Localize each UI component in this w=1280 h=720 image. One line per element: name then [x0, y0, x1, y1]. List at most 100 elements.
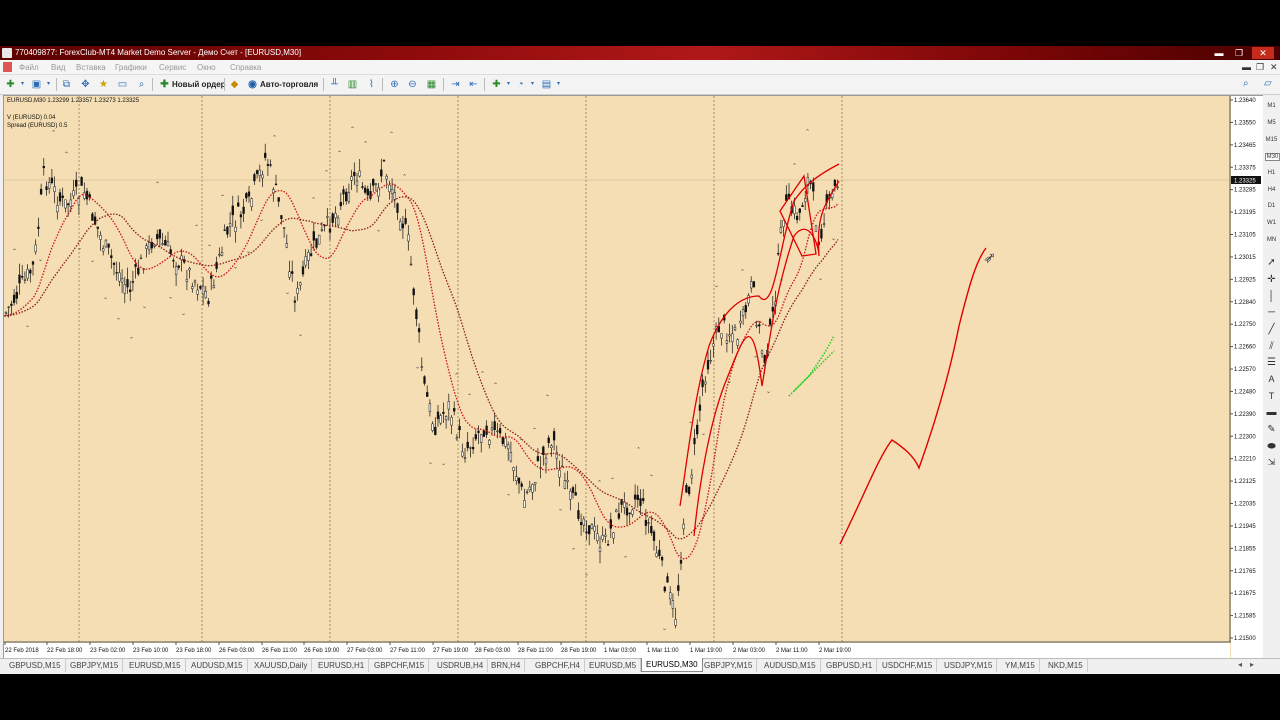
search-icon[interactable]: ⌕ — [1243, 78, 1249, 89]
chart-tab-eurusd-m30[interactable]: EURUSD,M30 — [641, 658, 703, 672]
data-window-icon[interactable]: ✥ — [79, 78, 92, 91]
chart-window[interactable]: ⌃ ⌄ ⌄ ⌃ ⌃ ⌄ ⌄ ⌄ ⌄ ⌄ ⌄ ⌃ ⌄ ⌄ ⌃ ⌃ ⌃ ⌄ ⌄ ⌄ ⌃ ⌄ ⌄ ⌃ ⌃ ⌃ ⌃ ⌃ ⌄ ⌃ ⌃ ⌄ ⌄ ⌄ ⌃ ⌃ ⌃ ⌃ ⌄ ⌃… — [3, 95, 1265, 659]
crosshair-icon[interactable]: ✛ — [1265, 274, 1278, 285]
tf-m15[interactable]: M15 — [1265, 137, 1278, 143]
ellipse-icon[interactable]: ⬬ — [1265, 441, 1278, 452]
tf-m1[interactable]: M1 — [1265, 103, 1278, 109]
candle-body — [436, 411, 440, 420]
tabs-scroll-right-icon[interactable]: ▸ — [1250, 660, 1254, 669]
new-order-button[interactable]: ✚ Новый ордер — [158, 78, 225, 91]
menu-window[interactable]: Окно — [197, 63, 216, 72]
chart-shift-icon[interactable]: ⇥ — [449, 78, 462, 91]
menu-charts[interactable]: Графики — [115, 63, 147, 72]
candle-body — [334, 212, 337, 219]
price-chart[interactable]: ⌃ ⌄ ⌄ ⌃ ⌃ ⌄ ⌄ ⌄ ⌄ ⌄ ⌄ ⌃ ⌄ ⌄ ⌃ ⌃ ⌃ ⌄ ⌄ ⌄ ⌃ ⌄ ⌄ ⌃ ⌃ ⌃ ⌃ ⌃ ⌄ ⌃ ⌃ ⌄ ⌄ ⌄ ⌃ ⌃ ⌃ ⌃ ⌄ ⌃… — [4, 96, 1264, 658]
chart-tab-gbpjpy-m15[interactable]: GBPJPY,M15 — [700, 659, 758, 672]
menu-file[interactable]: Файл — [19, 63, 39, 72]
cursor-icon[interactable]: ➚ — [1265, 257, 1278, 268]
fractal-marker: ⌃ — [519, 438, 524, 445]
auto-scroll-icon[interactable]: ⇤ — [467, 78, 480, 91]
candle-body — [579, 522, 583, 525]
maximize-button[interactable]: ❐ — [1232, 47, 1246, 59]
child-minimize-button[interactable]: ▬ — [1242, 62, 1251, 72]
arrows-icon[interactable]: ⇲ — [1265, 457, 1278, 468]
candle-body — [166, 241, 170, 247]
price-tick-label: 1.22570 — [1234, 367, 1256, 373]
tf-mn[interactable]: MN — [1265, 237, 1278, 243]
menu-insert[interactable]: Вставка — [76, 63, 106, 72]
candle-body — [99, 235, 102, 240]
chart-tab-usdrub-h4[interactable]: USDRUB,H4 — [433, 659, 489, 672]
candle-body — [660, 557, 664, 561]
chat-icon[interactable]: ▱ — [1264, 78, 1272, 89]
chart-tab-eurusd-h1[interactable]: EURUSD,H1 — [314, 659, 370, 672]
chart-tab-xauusd-daily[interactable]: XAUUSD,Daily — [250, 659, 313, 672]
chart-tab-usdchf-m15[interactable]: USDCHF,M15 — [878, 659, 938, 672]
chart-tab-gbpchf-m15[interactable]: GBPCHF,M15 — [370, 659, 430, 672]
dropdown-arrow-icon[interactable]: ▾ — [552, 78, 565, 91]
chart-tab-gbpusd-m15[interactable]: GBPUSD,M15 — [5, 659, 66, 672]
tabs-scroll-left-icon[interactable]: ◂ — [1238, 660, 1242, 669]
close-button[interactable]: ✕ — [1252, 47, 1274, 59]
zoom-out-icon[interactable]: ⊖ — [406, 78, 419, 91]
candle-body — [45, 186, 48, 191]
horizontal-line-icon[interactable]: ─ — [1265, 307, 1278, 318]
candle-body — [439, 415, 442, 424]
menu-tools[interactable]: Сервис — [159, 63, 186, 72]
chart-tab-ym-m15[interactable]: YM,M15 — [1001, 659, 1040, 672]
tf-w1[interactable]: W1 — [1265, 220, 1278, 226]
tf-m30[interactable]: M30 — [1265, 153, 1280, 161]
chart-tab-gbpusd-h1[interactable]: GBPUSD,H1 — [822, 659, 878, 672]
auto-trading-button[interactable]: ◉ Авто-торговля — [246, 78, 318, 91]
chart-tab-brn-h4[interactable]: BRN,H4 — [487, 659, 526, 672]
candle-body — [690, 474, 693, 479]
chart-tab-nkd-m15[interactable]: NKD,M15 — [1044, 659, 1088, 672]
text-tool-icon[interactable]: A — [1265, 374, 1278, 384]
metaeditor-icon[interactable]: ◆ — [228, 78, 241, 91]
menu-help[interactable]: Справка — [230, 63, 261, 72]
child-restore-button[interactable]: ❐ — [1256, 62, 1264, 73]
menu-view[interactable]: Вид — [51, 63, 65, 72]
candle-body — [277, 197, 280, 202]
tf-m5[interactable]: M5 — [1265, 120, 1278, 126]
candle-body — [569, 490, 572, 500]
chart-tab-audusd-m15[interactable]: AUDUSD,M15 — [760, 659, 821, 672]
dropdown-arrow-icon[interactable]: ▾ — [526, 78, 539, 91]
tf-h1[interactable]: H1 — [1265, 170, 1278, 176]
chart-tab-usdjpy-m15[interactable]: USDJPY,M15 — [940, 659, 998, 672]
tile-windows-icon[interactable]: ▦ — [425, 78, 438, 91]
chart-tab-gbpjpy-m15[interactable]: GBPJPY,M15 — [66, 659, 124, 672]
candle-body — [793, 205, 796, 215]
label-tool-icon[interactable]: T — [1265, 391, 1278, 401]
terminal-icon[interactable]: ▭ — [116, 78, 129, 91]
candle-body — [220, 252, 224, 256]
chart-tab-eurusd-m15[interactable]: EURUSD,M15 — [125, 659, 186, 672]
market-watch-icon[interactable]: ⧉ — [60, 78, 73, 91]
navigator-icon[interactable]: ★ — [97, 78, 110, 91]
candle-body — [496, 430, 499, 433]
trendline-icon[interactable]: ╱ — [1265, 324, 1278, 335]
dropdown-arrow-icon[interactable]: ▾ — [42, 78, 55, 91]
rectangle-icon[interactable]: ▬ — [1265, 407, 1278, 418]
fibonacci-icon[interactable]: ☰ — [1265, 357, 1278, 368]
dropdown-arrow-icon[interactable]: ▾ — [16, 78, 29, 91]
candle-body — [631, 509, 634, 515]
tf-h4[interactable]: H4 — [1265, 187, 1278, 193]
zoom-in-icon[interactable]: ⊕ — [388, 78, 401, 91]
chart-tab-audusd-m15[interactable]: AUDUSD,M15 — [187, 659, 248, 672]
chart-tab-gbpchf-h4[interactable]: GBPCHF,H4 — [531, 659, 585, 672]
candle-body — [331, 213, 334, 223]
tester-icon[interactable]: ⌕ — [135, 78, 148, 91]
chart-tab-eurusd-m5[interactable]: EURUSD,M5 — [585, 659, 642, 672]
channel-icon[interactable]: ⫽ — [1265, 341, 1278, 352]
candlestick-icon[interactable]: ▥ — [346, 78, 359, 91]
pencil-icon[interactable]: ✎ — [1265, 424, 1278, 435]
tf-d1[interactable]: D1 — [1265, 203, 1278, 209]
price-tick-label: 1.22300 — [1234, 434, 1256, 440]
vertical-line-icon[interactable]: │ — [1265, 291, 1278, 302]
child-close-button[interactable]: ✕ — [1270, 62, 1278, 73]
bar-chart-icon[interactable]: ╨ — [328, 78, 341, 91]
candle-body — [561, 465, 564, 468]
minimize-button[interactable]: ▬ — [1212, 47, 1226, 59]
line-chart-icon[interactable]: ⌇ — [365, 78, 378, 91]
